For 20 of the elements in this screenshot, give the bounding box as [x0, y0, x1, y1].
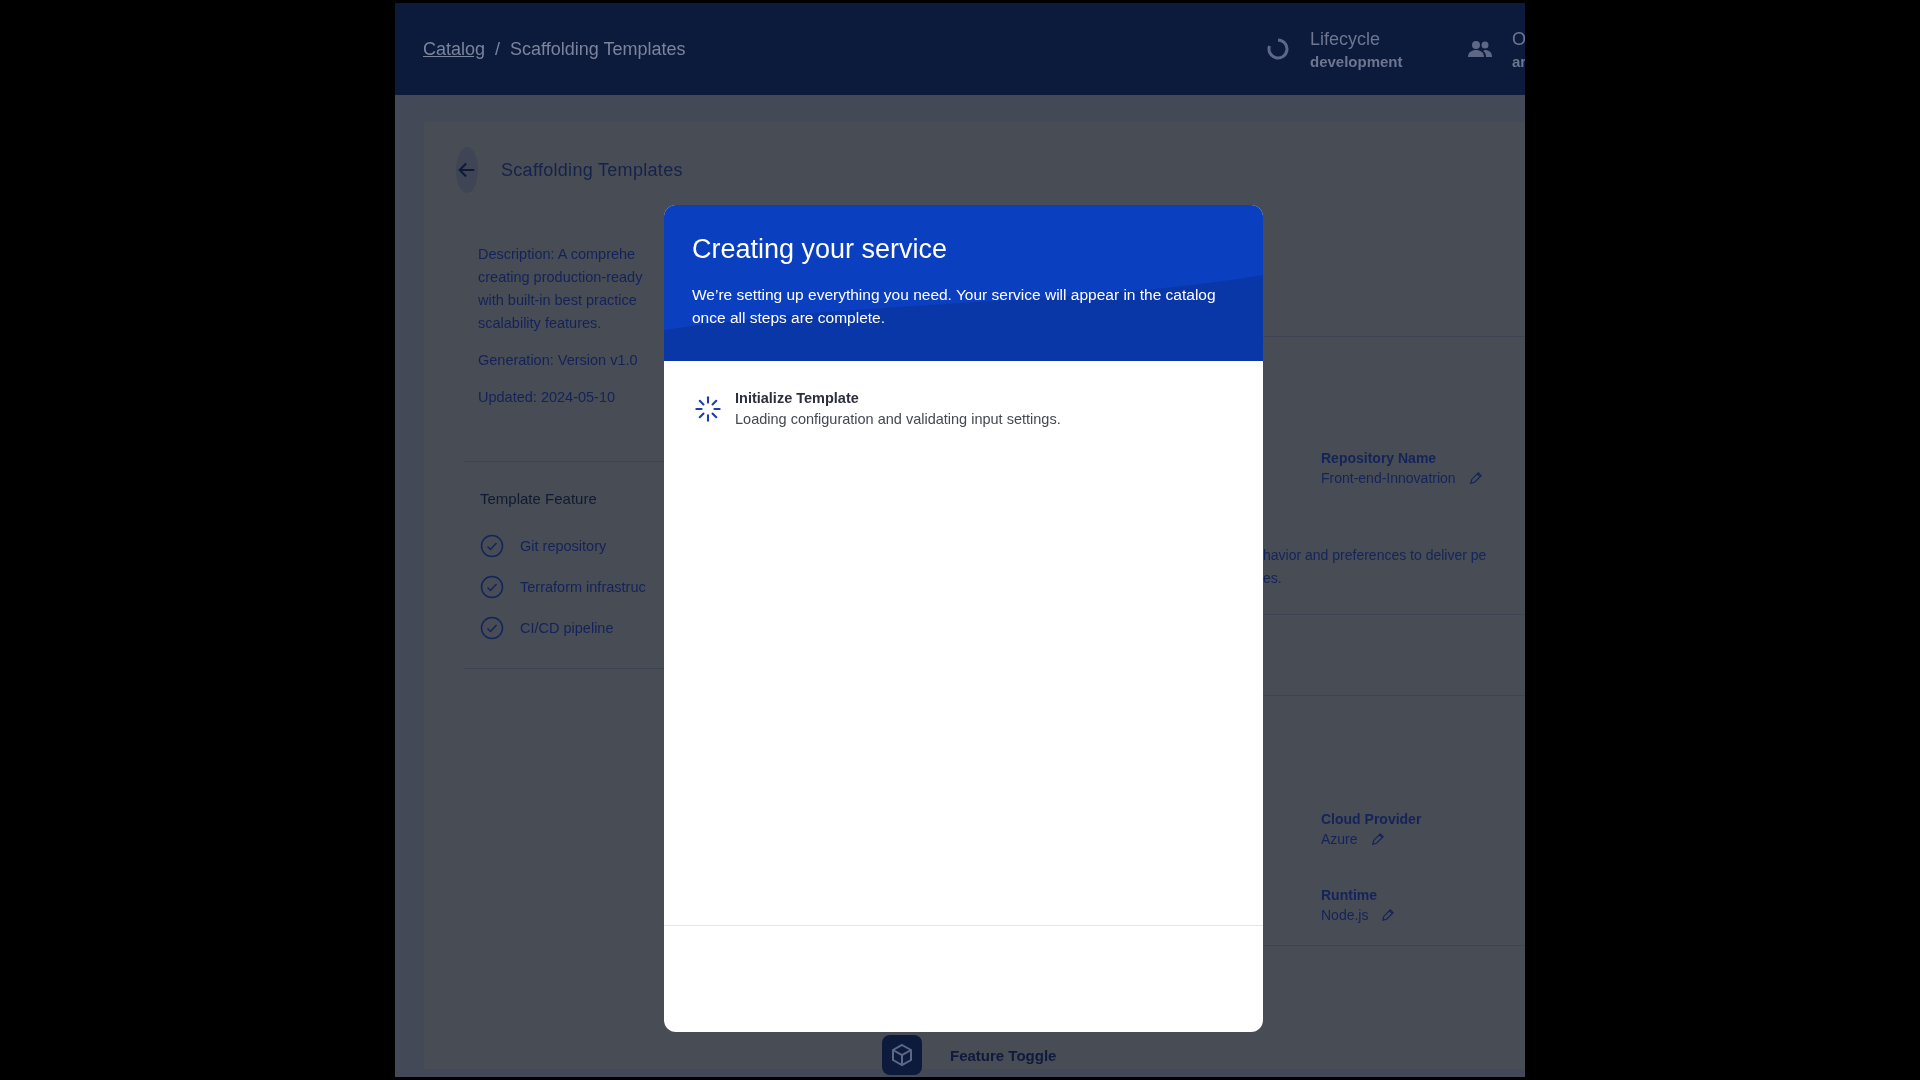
- cube-icon: [882, 1035, 922, 1075]
- lifecycle-label: Lifecycle: [1310, 28, 1382, 50]
- tile-title: Feature Toggle: [950, 1046, 1057, 1064]
- back-button[interactable]: [456, 147, 478, 193]
- edit-icon[interactable]: [1380, 907, 1396, 923]
- lifecycle-icon: [1266, 37, 1290, 61]
- breadcrumb-separator: /: [495, 38, 501, 60]
- step-title: Initialize Template: [735, 390, 860, 406]
- dialog-message: We’re setting up everything you need. Your service will appear in the catalog once all steps are complete.: [692, 285, 1217, 328]
- spinner-icon: [694, 394, 722, 423]
- breadcrumb-current: Scaffolding Templates: [510, 38, 686, 60]
- people-icon: [1467, 40, 1493, 58]
- edit-icon[interactable]: [1369, 831, 1385, 847]
- edit-icon[interactable]: [1467, 470, 1483, 486]
- owner-value: ar: [1512, 52, 1525, 70]
- breadcrumb-link[interactable]: Catalog: [423, 38, 486, 60]
- lifecycle-value: development: [1310, 52, 1404, 70]
- step-description: Loading configuration and validating input settings.: [735, 411, 1061, 427]
- owner-label: O: [1512, 28, 1525, 50]
- dialog-title: Creating your service: [692, 233, 949, 265]
